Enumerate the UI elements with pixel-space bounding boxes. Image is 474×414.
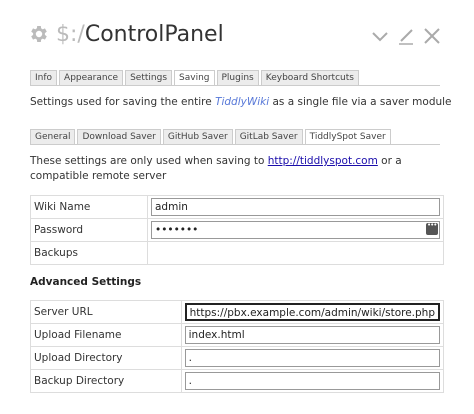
tab-settings[interactable]: Settings bbox=[125, 70, 173, 86]
wiki-name-label: Wiki Name bbox=[30, 195, 148, 219]
backup-directory-input[interactable]: . bbox=[184, 372, 440, 390]
backup-directory-label: Backup Directory bbox=[30, 369, 182, 393]
subtab-divider bbox=[30, 144, 440, 145]
upload-filename-cell: index.html bbox=[180, 323, 445, 347]
title-prefix: $:/ bbox=[56, 22, 85, 47]
password-cell: ••••••• bbox=[147, 218, 444, 242]
subtab-tiddlyspot-saver[interactable]: TiddlySpot Saver bbox=[304, 129, 391, 145]
close-icon[interactable] bbox=[422, 26, 442, 46]
password-manager-icon[interactable] bbox=[426, 221, 438, 235]
advanced-settings-heading: Advanced Settings bbox=[30, 276, 142, 288]
password-wrap: ••••••• bbox=[151, 221, 440, 239]
subtab-gitlab-saver[interactable]: GitLab Saver bbox=[234, 129, 303, 145]
upload-filename-label: Upload Filename bbox=[30, 323, 182, 347]
backups-cell bbox=[147, 241, 444, 265]
gear-icon bbox=[31, 26, 47, 42]
control-panel: $:/ControlPanel Info Appearance Settings… bbox=[0, 0, 474, 414]
backup-directory-cell: . bbox=[180, 369, 445, 393]
tiddlyspot-link[interactable]: http://tiddlyspot.com bbox=[268, 155, 378, 167]
subtab-general[interactable]: General bbox=[30, 129, 76, 145]
tab-appearance[interactable]: Appearance bbox=[59, 70, 124, 86]
password-label: Password bbox=[30, 218, 148, 242]
upload-filename-input[interactable]: index.html bbox=[184, 326, 440, 344]
upload-directory-cell: . bbox=[180, 346, 445, 370]
tab-plugins[interactable]: Plugins bbox=[216, 70, 259, 86]
tab-saving[interactable]: Saving bbox=[174, 70, 215, 86]
backups-label: Backups bbox=[30, 241, 148, 265]
subtab-download-saver[interactable]: Download Saver bbox=[77, 129, 161, 145]
chevron-down-icon[interactable] bbox=[370, 26, 390, 46]
table-row: Backup Directory . bbox=[30, 369, 445, 393]
upload-directory-input[interactable]: . bbox=[184, 349, 440, 367]
server-url-label: Server URL bbox=[30, 300, 182, 324]
server-url-input[interactable]: https://pbx.example.com/admin/wiki/store… bbox=[184, 303, 440, 321]
upload-directory-label: Upload Directory bbox=[30, 346, 182, 370]
tab-keyboard-shortcuts[interactable]: Keyboard Shortcuts bbox=[260, 70, 359, 86]
page-title: $:/ControlPanel bbox=[56, 21, 224, 49]
saving-description: Settings used for saving the entire Tidd… bbox=[30, 95, 452, 110]
tiddler-header: $:/ControlPanel bbox=[28, 18, 448, 54]
table-row: Upload Directory . bbox=[30, 346, 445, 370]
tab-divider bbox=[30, 85, 440, 86]
basic-settings-table: Wiki Name admin Password ••••••• Backups bbox=[30, 195, 444, 265]
title-main: ControlPanel bbox=[84, 22, 224, 47]
password-input[interactable]: ••••••• bbox=[151, 221, 440, 239]
table-row: Server URL https://pbx.example.com/admin… bbox=[30, 300, 445, 324]
table-row: Backups bbox=[30, 241, 444, 265]
advanced-settings-table: Server URL https://pbx.example.com/admin… bbox=[30, 300, 445, 393]
table-row: Upload Filename index.html bbox=[30, 323, 445, 347]
edit-icon[interactable] bbox=[396, 26, 416, 46]
saver-tabs: General Download Saver GitHub Saver GitL… bbox=[30, 129, 393, 145]
server-url-cell: https://pbx.example.com/admin/wiki/store… bbox=[180, 300, 445, 324]
tab-info[interactable]: Info bbox=[30, 70, 58, 86]
tiddlyspot-desc-text: These settings are only used when saving… bbox=[30, 155, 268, 167]
tiddlyspot-description: These settings are only used when saving… bbox=[30, 154, 450, 184]
subtab-github-saver[interactable]: GitHub Saver bbox=[162, 129, 233, 145]
tiddlywiki-link[interactable]: TiddlyWiki bbox=[215, 96, 269, 108]
wiki-name-cell: admin bbox=[147, 195, 444, 219]
saving-desc-text: Settings used for saving the entire bbox=[30, 96, 216, 108]
table-row: Wiki Name admin bbox=[30, 195, 444, 219]
table-row: Password ••••••• bbox=[30, 218, 444, 242]
main-tabs: Info Appearance Settings Saving Plugins … bbox=[30, 70, 361, 86]
saving-desc-text-end: as a single file via a saver module bbox=[269, 96, 452, 108]
wiki-name-input[interactable]: admin bbox=[151, 198, 440, 216]
